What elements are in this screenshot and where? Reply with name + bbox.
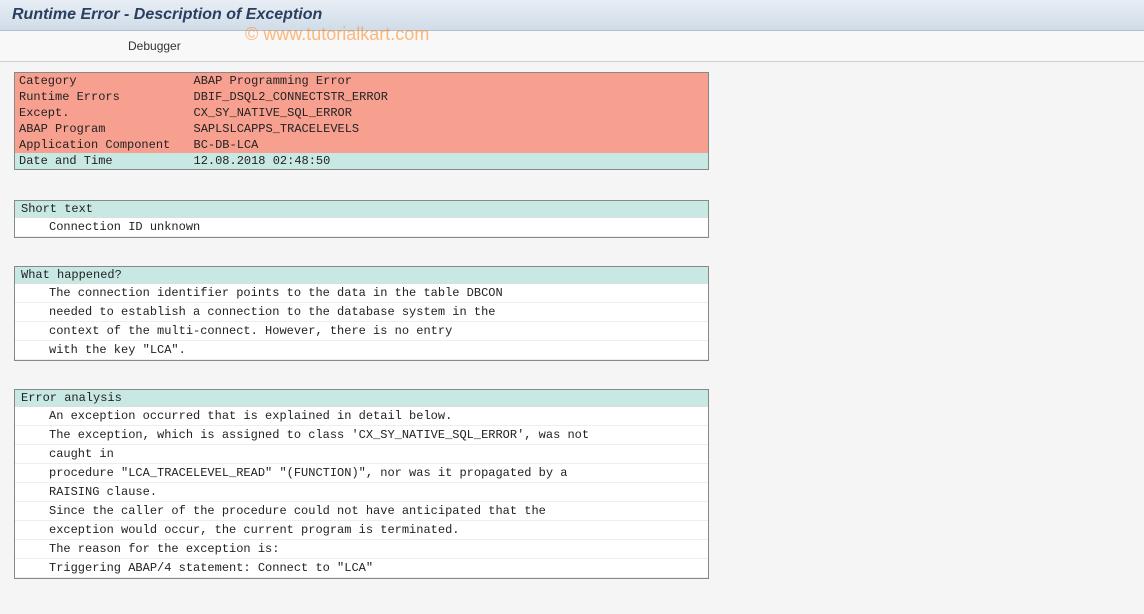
section-line: with the key "LCA". xyxy=(15,341,708,360)
section-header: What happened? xyxy=(15,267,708,284)
section-line: Connection ID unknown xyxy=(15,218,708,237)
table-row: Runtime Errors DBIF_DSQL2_CONNECTSTR_ERR… xyxy=(15,89,709,105)
section-line: procedure "LCA_TRACELEVEL_READ" "(FUNCTI… xyxy=(15,464,708,483)
toolbar: Debugger xyxy=(0,31,1144,62)
info-label: ABAP Program xyxy=(15,121,190,137)
section-line: context of the multi-connect. However, t… xyxy=(15,322,708,341)
title-bar: Runtime Error - Description of Exception xyxy=(0,0,1144,31)
info-label: Application Component xyxy=(15,137,190,153)
section-line: exception would occur, the current progr… xyxy=(15,521,708,540)
section-body: Connection ID unknown xyxy=(15,218,708,237)
section-header: Error analysis xyxy=(15,390,708,407)
table-row: Category ABAP Programming Error xyxy=(15,73,709,90)
info-label: Category xyxy=(15,73,190,90)
table-row: Date and Time 12.08.2018 02:48:50 xyxy=(15,153,709,170)
table-row: ABAP Program SAPLSLCAPPS_TRACELEVELS xyxy=(15,121,709,137)
section-body: The connection identifier points to the … xyxy=(15,284,708,360)
section-line: caught in xyxy=(15,445,708,464)
section-line: The connection identifier points to the … xyxy=(15,284,708,303)
info-label: Date and Time xyxy=(15,153,190,170)
what-happened-section: What happened? The connection identifier… xyxy=(14,266,709,361)
section-line: RAISING clause. xyxy=(15,483,708,502)
section-line: Triggering ABAP/4 statement: Connect to … xyxy=(15,559,708,578)
section-body: An exception occurred that is explained … xyxy=(15,407,708,578)
page-title: Runtime Error - Description of Exception xyxy=(12,6,322,23)
info-label: Runtime Errors xyxy=(15,89,190,105)
section-header: Short text xyxy=(15,201,708,218)
info-label: Except. xyxy=(15,105,190,121)
content-area: Category ABAP Programming Error Runtime … xyxy=(0,62,1144,589)
section-line: The exception, which is assigned to clas… xyxy=(15,426,708,445)
info-value: CX_SY_NATIVE_SQL_ERROR xyxy=(190,105,709,121)
info-value: ABAP Programming Error xyxy=(190,73,709,90)
info-value: SAPLSLCAPPS_TRACELEVELS xyxy=(190,121,709,137)
section-line: An exception occurred that is explained … xyxy=(15,407,708,426)
debugger-button[interactable]: Debugger xyxy=(120,37,189,55)
section-line: Since the caller of the procedure could … xyxy=(15,502,708,521)
short-text-section: Short text Connection ID unknown xyxy=(14,200,709,238)
section-line: needed to establish a connection to the … xyxy=(15,303,708,322)
error-info-table: Category ABAP Programming Error Runtime … xyxy=(14,72,709,170)
info-value: DBIF_DSQL2_CONNECTSTR_ERROR xyxy=(190,89,709,105)
error-analysis-section: Error analysis An exception occurred tha… xyxy=(14,389,709,579)
section-line: The reason for the exception is: xyxy=(15,540,708,559)
table-row: Except. CX_SY_NATIVE_SQL_ERROR xyxy=(15,105,709,121)
table-row: Application Component BC-DB-LCA xyxy=(15,137,709,153)
info-value: BC-DB-LCA xyxy=(190,137,709,153)
info-value: 12.08.2018 02:48:50 xyxy=(190,153,709,170)
